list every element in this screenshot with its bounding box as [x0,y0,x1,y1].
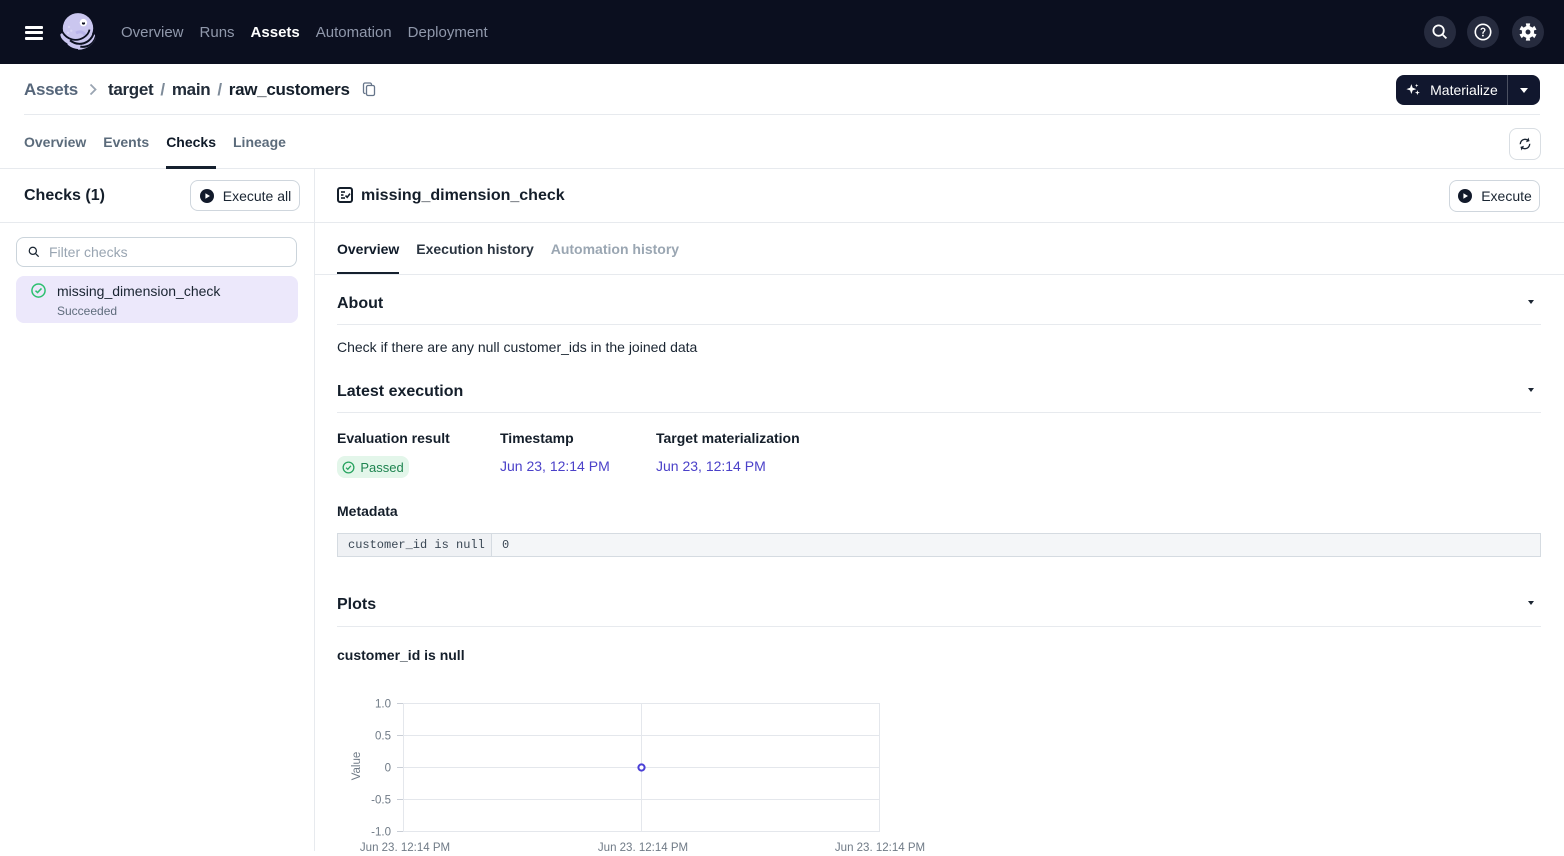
svg-text:0: 0 [385,763,391,775]
svg-text:-1.0: -1.0 [371,827,391,839]
svg-text:-0.5: -0.5 [371,795,391,807]
svg-text:0.5: 0.5 [375,731,391,743]
svg-text:Value: Value [351,752,363,781]
svg-text:Jun 23, 12:14 PM: Jun 23, 12:14 PM [598,842,688,851]
svg-text:1.0: 1.0 [375,699,391,711]
svg-text:Jun 23, 12:14 PM: Jun 23, 12:14 PM [360,842,450,851]
svg-text:Jun 23, 12:14 PM: Jun 23, 12:14 PM [835,842,925,851]
